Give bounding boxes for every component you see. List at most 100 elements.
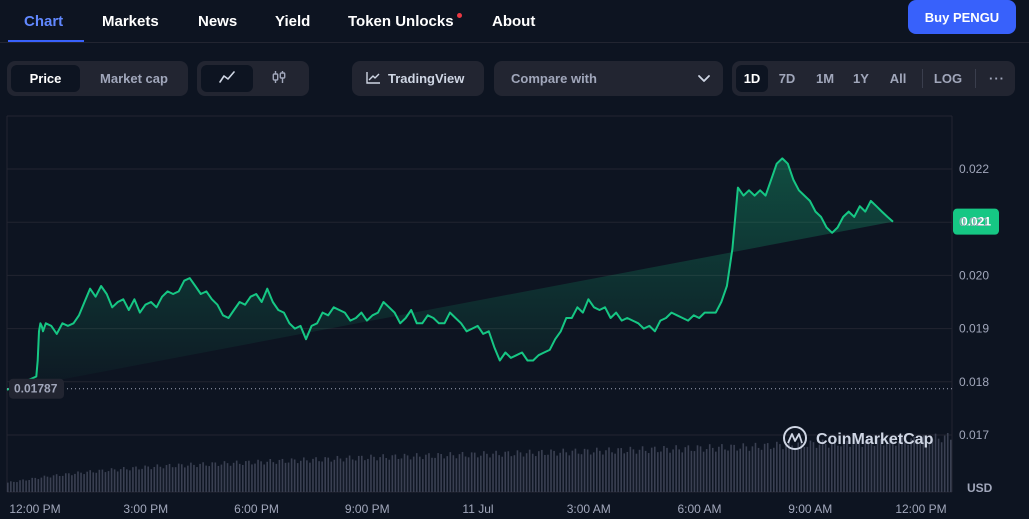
volume-bar: [391, 455, 394, 492]
volume-bar: [687, 445, 690, 492]
volume-bar: [644, 450, 647, 492]
volume-bar: [809, 440, 812, 492]
volume-bar: [361, 455, 363, 492]
volume-bar: [840, 446, 842, 492]
coin-chart-page: Chart Markets News Yield Token Unlocks A…: [0, 0, 1029, 519]
volume-bar: [43, 475, 46, 492]
volume-bar: [278, 459, 281, 492]
volume-bar: [235, 460, 238, 492]
y-tick-label: 0.020: [959, 268, 989, 282]
volume-bar: [547, 454, 549, 492]
volume-bar: [724, 449, 726, 492]
volume-bar: [217, 465, 220, 492]
volume-bar: [388, 459, 391, 492]
volume-bar: [589, 454, 592, 492]
volume-bar: [495, 450, 497, 492]
volume-bar: [794, 448, 796, 492]
volume-bar: [650, 447, 653, 492]
volume-bar: [885, 443, 888, 492]
volume-bar: [71, 475, 73, 492]
volume-bar: [22, 479, 24, 492]
volume-bar: [550, 449, 552, 492]
volume-bar: [721, 444, 723, 492]
volume-bar: [852, 444, 854, 492]
volume-bar: [574, 448, 577, 492]
volume-bar: [165, 465, 168, 492]
volume-bar: [324, 457, 326, 492]
volume-bar: [101, 469, 104, 492]
volume-bar: [791, 445, 793, 492]
volume-bar: [528, 449, 531, 492]
volume-bar: [156, 464, 159, 492]
x-tick-label: 11 Jul: [462, 502, 493, 516]
volume-bar: [107, 471, 110, 492]
x-tick-label: 9:00 AM: [788, 502, 832, 516]
volume-bar: [425, 454, 427, 492]
volume-bar: [736, 450, 738, 492]
volume-bar: [480, 455, 482, 492]
volume-bar: [95, 472, 98, 492]
volume-bar: [461, 451, 464, 492]
open-price-label: 0.01787: [14, 382, 58, 396]
volume-bars: [7, 432, 952, 492]
volume-bar: [193, 464, 195, 492]
volume-bar: [104, 472, 107, 492]
volume-bar: [846, 440, 848, 492]
volume-bar: [824, 443, 827, 492]
volume-bar: [199, 463, 201, 492]
volume-bar: [657, 452, 659, 492]
volume-bar: [760, 449, 763, 492]
volume-bar: [370, 454, 372, 492]
currency-label: USD: [967, 481, 993, 495]
volume-bar: [336, 455, 339, 492]
volume-bar: [678, 449, 680, 492]
volume-bar: [455, 458, 458, 492]
volume-bar: [849, 446, 851, 492]
volume-bar: [220, 464, 223, 492]
y-tick-label: 0.022: [959, 162, 989, 176]
volume-bar: [492, 453, 494, 492]
volume-bar: [498, 455, 500, 492]
coinmarketcap-logo-icon: [783, 426, 807, 450]
volume-bar: [116, 471, 119, 492]
volume-bar: [531, 453, 534, 492]
volume-bar: [745, 446, 748, 492]
volume-bar: [150, 469, 153, 492]
volume-bar: [296, 463, 299, 492]
volume-bar: [34, 477, 37, 492]
volume-bar: [357, 455, 360, 492]
volume-bar: [385, 458, 388, 492]
volume-bar: [785, 445, 787, 492]
volume-bar: [653, 446, 656, 492]
volume-bar: [486, 453, 488, 492]
volume-bar: [538, 451, 540, 492]
volume-bar: [68, 473, 70, 492]
volume-bar: [669, 452, 671, 492]
price-area-fill: [7, 158, 893, 390]
volume-bar: [458, 454, 461, 492]
volume-bar: [699, 446, 702, 492]
volume-bar: [141, 468, 143, 492]
volume-bar: [263, 464, 265, 492]
y-axis-labels: 0.022 0.021 0.020 0.019 0.018 0.017: [959, 162, 989, 442]
volume-bar: [504, 451, 507, 492]
volume-bar: [950, 439, 952, 492]
volume-bar: [907, 444, 909, 492]
volume-bar: [321, 461, 323, 492]
volume-bar: [675, 445, 677, 492]
volume-bar: [174, 467, 177, 492]
volume-bar: [342, 461, 345, 492]
volume-bar: [647, 453, 650, 492]
volume-bar: [705, 449, 708, 492]
volume-bar: [138, 469, 140, 492]
volume-bar: [52, 475, 55, 492]
volume-bar: [577, 453, 580, 492]
volume-bar: [943, 435, 946, 492]
volume-bar: [113, 469, 116, 492]
y-tick-label: 0.017: [959, 428, 989, 442]
volume-bar: [248, 460, 250, 492]
volume-bar: [534, 456, 537, 492]
volume-bar: [309, 462, 311, 492]
x-tick-label: 12:00 PM: [895, 502, 946, 516]
volume-bar: [782, 449, 784, 492]
